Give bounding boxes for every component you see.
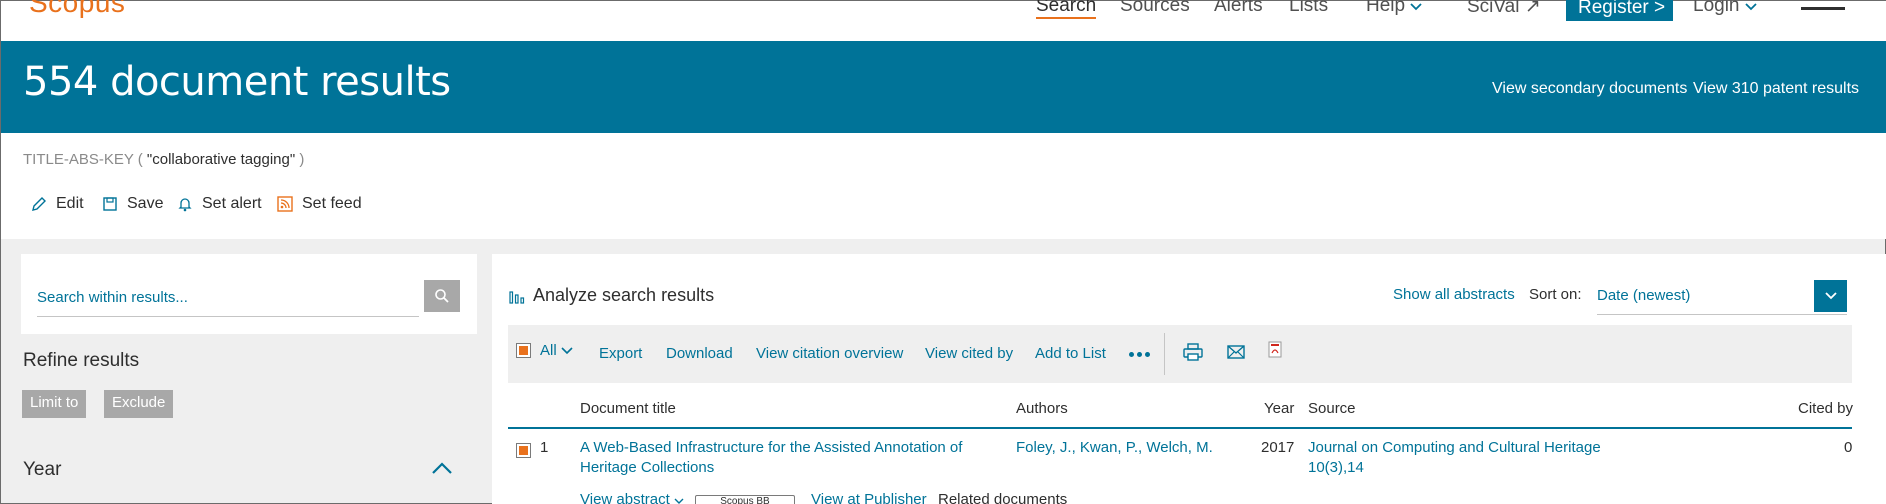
column-document-title: Document title [580, 400, 676, 417]
rss-feed-icon [277, 196, 293, 212]
bar-chart-icon [509, 290, 525, 304]
checkbox-mark [519, 446, 528, 455]
nav-login[interactable]: Login [1693, 0, 1757, 17]
row-year: 2017 [1261, 439, 1295, 456]
set-feed-label: Set feed [302, 195, 362, 212]
view-at-publisher-link[interactable]: View at Publisher [811, 491, 927, 504]
search-within-input[interactable] [37, 279, 419, 317]
query-close: ) [295, 151, 305, 168]
search-icon [435, 289, 449, 303]
edit-button[interactable]: Edit [31, 195, 84, 213]
nav-scival[interactable]: SciVal ↗ [1467, 0, 1541, 18]
more-options-icon[interactable] [1129, 352, 1150, 357]
chevron-up-icon[interactable] [431, 461, 453, 475]
table-header-divider [508, 427, 1852, 429]
nav-alerts[interactable]: Alerts [1214, 0, 1263, 17]
chevron-down-icon [1745, 3, 1757, 11]
query-field: TITLE-ABS-KEY ( [23, 151, 143, 168]
page-title: 554 document results [23, 59, 451, 105]
set-alert-label: Set alert [202, 195, 262, 212]
source-link[interactable]: Journal on Computing and Cultural Herita… [1308, 438, 1628, 478]
exclude-button[interactable]: Exclude [104, 390, 174, 418]
menu-icon[interactable] [1801, 7, 1845, 10]
view-abstract-label: View abstract [580, 491, 670, 504]
authors-link[interactable]: Foley, J., Kwan, P., Welch, M. [1016, 438, 1213, 458]
print-icon[interactable] [1183, 343, 1203, 361]
sort-selected-value[interactable]: Date (newest) [1597, 287, 1690, 304]
register-button[interactable]: Register > [1566, 0, 1673, 21]
pdf-icon[interactable] [1265, 341, 1285, 359]
nav-search[interactable]: Search [1036, 0, 1097, 19]
dot [1137, 352, 1142, 357]
top-navigation: Scopus Search Sources Alerts Lists Help … [1, 0, 1886, 41]
column-source: Source [1308, 400, 1356, 417]
bell-icon [178, 198, 192, 212]
export-link[interactable]: Export [599, 345, 642, 362]
search-button[interactable] [424, 280, 460, 312]
refine-results-heading: Refine results [23, 350, 140, 371]
select-all-label: All [540, 342, 557, 359]
save-icon [103, 197, 117, 211]
chevron-down-icon [1410, 3, 1422, 11]
column-authors: Authors [1016, 400, 1068, 417]
download-link[interactable]: Download [666, 345, 733, 362]
document-title-link[interactable]: A Web-Based Infrastructure for the Assis… [580, 438, 985, 478]
scopus-full-text-button[interactable]: Scopus BB [695, 495, 795, 504]
column-cited-by: Cited by [1798, 400, 1854, 417]
chevron-down-icon [674, 498, 684, 504]
add-to-list-link[interactable]: Add to List [1035, 345, 1106, 362]
dot [1145, 352, 1150, 357]
show-all-abstracts-link[interactable]: Show all abstracts [1393, 286, 1515, 303]
nav-sources[interactable]: Sources [1120, 0, 1190, 17]
save-button[interactable]: Save [102, 195, 163, 213]
view-abstract-link[interactable]: View abstract [580, 491, 684, 504]
related-documents-link[interactable]: Related documents [938, 491, 1067, 504]
view-citation-overview-link[interactable]: View citation overview [756, 345, 903, 362]
scopus-logo[interactable]: Scopus [29, 0, 125, 19]
chevron-down-icon [561, 347, 573, 355]
nav-login-label: Login [1693, 0, 1740, 16]
nav-lists[interactable]: Lists [1289, 0, 1328, 17]
analyze-label: Analyze search results [533, 285, 715, 305]
chevron-down-icon [1824, 292, 1837, 300]
select-all-checkbox[interactable] [516, 343, 531, 358]
view-cited-by-link[interactable]: View cited by [925, 345, 1013, 362]
analyze-search-results-link[interactable]: Analyze search results [509, 285, 714, 306]
column-year: Year [1264, 400, 1295, 417]
pencil-icon [32, 197, 46, 211]
set-alert-button[interactable]: Set alert [177, 195, 262, 213]
toolbar-divider [1164, 333, 1165, 375]
nav-help-label: Help [1366, 0, 1406, 16]
row-index: 1 [540, 439, 549, 456]
year-facet-heading[interactable]: Year [23, 459, 61, 481]
email-icon[interactable] [1226, 343, 1246, 361]
select-all-dropdown[interactable]: All [540, 342, 573, 359]
sort-dropdown-button[interactable] [1814, 280, 1847, 312]
query-area [1, 133, 1886, 239]
edit-label: Edit [56, 195, 84, 212]
save-label: Save [127, 195, 164, 212]
query-term: "collaborative tagging" [142, 151, 296, 168]
view-patent-results-link[interactable]: View 310 patent results [1693, 80, 1859, 98]
row-checkbox[interactable] [516, 443, 531, 458]
set-feed-button[interactable]: Set feed [277, 195, 362, 213]
search-query: TITLE-ABS-KEY ( "collaborative tagging" … [23, 151, 304, 168]
nav-help[interactable]: Help [1366, 0, 1422, 17]
sort-label: Sort on: [1529, 286, 1582, 303]
dot [1129, 352, 1134, 357]
limit-to-button[interactable]: Limit to [22, 390, 87, 418]
view-secondary-documents-link[interactable]: View secondary documents [1492, 80, 1687, 98]
cited-by-count: 0 [1844, 439, 1853, 456]
checkbox-mark [519, 346, 528, 355]
